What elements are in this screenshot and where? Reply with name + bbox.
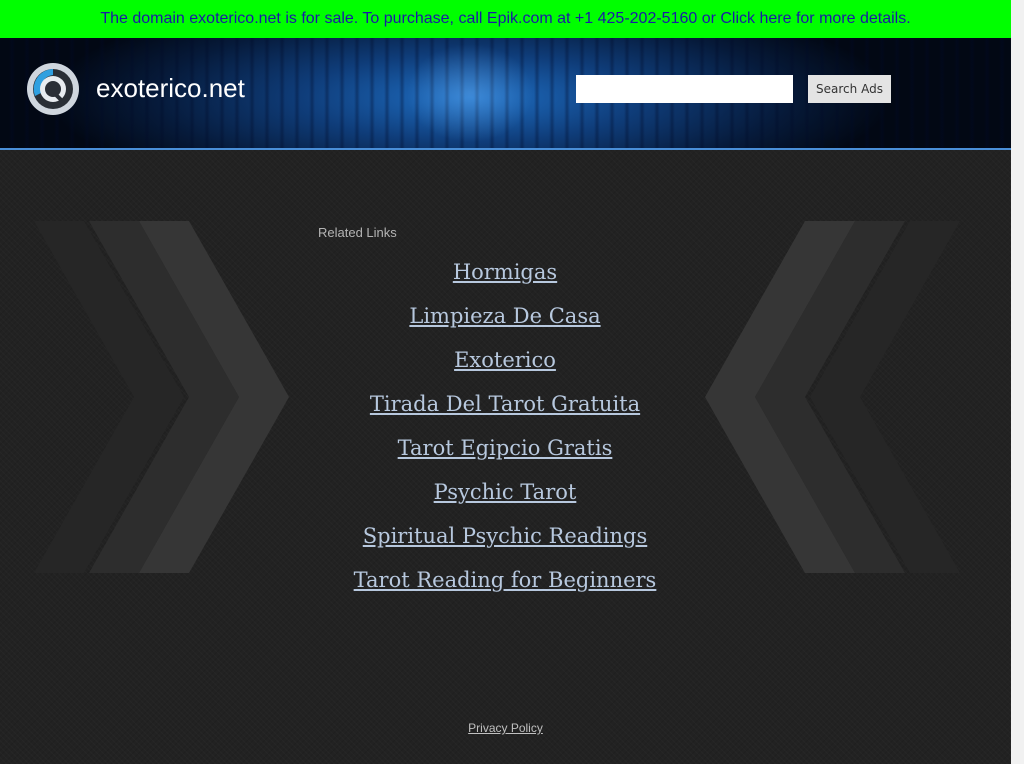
scrollbar[interactable] [1011,0,1024,764]
site-name: exoterico.net [96,73,245,103]
search-ads-button[interactable]: Search Ads [808,75,891,103]
chevrons-left-decoration [34,221,289,573]
list-item: Limpieza De Casa [260,298,750,342]
related-link[interactable]: Tirada Del Tarot Gratuita [370,392,640,416]
main-content: Related Links Hormigas Limpieza De Casa … [0,150,1011,764]
list-item: Spiritual Psychic Readings [260,518,750,562]
related-link[interactable]: Psychic Tarot [434,480,577,504]
domain-sale-banner[interactable]: The domain exoterico.net is for sale. To… [0,0,1011,38]
related-link[interactable]: Tarot Egipcio Gratis [398,436,613,460]
footer: Privacy Policy [0,719,1011,737]
list-item: Tarot Reading for Beginners [260,562,750,606]
related-link[interactable]: Exoterico [454,348,556,372]
related-link[interactable]: Hormigas [453,260,557,284]
related-link[interactable]: Spiritual Psychic Readings [363,524,647,548]
related-links-list: Hormigas Limpieza De Casa Exoterico Tira… [260,254,750,606]
list-item: Psychic Tarot [260,474,750,518]
related-link[interactable]: Limpieza De Casa [409,304,600,328]
list-item: Hormigas [260,254,750,298]
privacy-policy-link[interactable]: Privacy Policy [468,721,543,735]
search-input[interactable] [576,75,793,103]
list-item: Tarot Egipcio Gratis [260,430,750,474]
related-links-label: Related Links [318,225,397,240]
header-bar: exoterico.net Search Ads [0,38,1011,150]
list-item: Tirada Del Tarot Gratuita [260,386,750,430]
circular-logo-icon [27,63,79,115]
related-link[interactable]: Tarot Reading for Beginners [354,568,657,592]
list-item: Exoterico [260,342,750,386]
